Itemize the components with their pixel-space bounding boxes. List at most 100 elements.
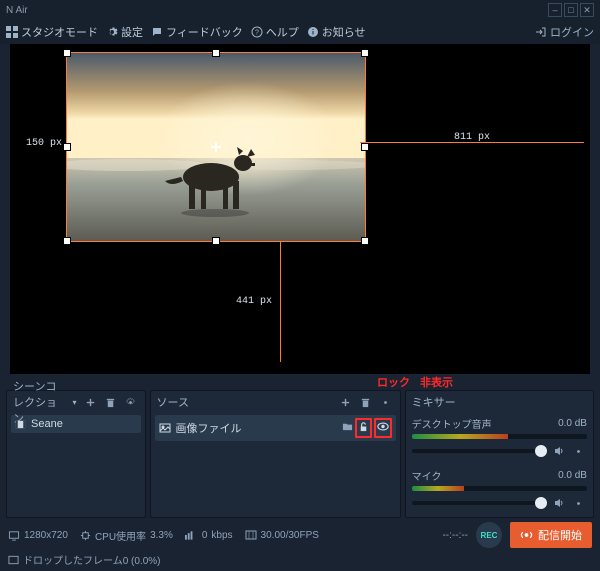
menu-notice-label: お知らせ	[322, 24, 366, 40]
menu-help[interactable]: ? ヘルプ	[251, 24, 299, 40]
speaker-icon	[553, 445, 565, 457]
help-icon: ?	[251, 26, 263, 38]
lock-open-icon	[358, 421, 369, 432]
annotation-hide: 非表示	[420, 374, 453, 390]
volume-slider[interactable]	[412, 501, 547, 505]
mixer-channel-name: マイク	[412, 468, 442, 483]
chevron-down-icon[interactable]: ▾	[73, 398, 77, 407]
status-resolution-value: 1280x720	[24, 530, 68, 541]
status-fps: 30.00/30FPS	[245, 530, 319, 541]
resize-handle-bm[interactable]	[212, 237, 220, 245]
scene-add-button[interactable]	[83, 394, 99, 410]
volume-slider[interactable]	[412, 449, 547, 453]
resize-handle-mr[interactable]	[361, 143, 369, 151]
sources-panel: ソース 画像ファイル	[150, 390, 401, 518]
dimension-bottom: 441 px	[236, 296, 272, 307]
status-fps-value: 30.00/30FPS	[261, 530, 319, 541]
resize-handle-tm[interactable]	[212, 49, 220, 57]
lock-highlight	[355, 418, 372, 438]
preview-area[interactable]: 150 px 811 px 441 px	[10, 44, 590, 374]
resize-handle-ml[interactable]	[63, 143, 71, 151]
status-bitrate-value: 0	[202, 530, 208, 541]
menu-notice[interactable]: お知らせ	[307, 24, 366, 40]
bitrate-icon	[185, 530, 198, 540]
mixer-channel-db: 0.0 dB	[558, 418, 587, 429]
gear-icon	[106, 26, 118, 38]
source-add-button[interactable]	[338, 394, 354, 410]
source-folder-button[interactable]	[342, 421, 353, 435]
resize-handle-tr[interactable]	[361, 49, 369, 57]
sources-panel-title: ソース	[157, 394, 189, 410]
app-title: N Air	[6, 5, 28, 16]
channel-settings-button[interactable]	[571, 495, 587, 511]
scene-settings-button[interactable]	[123, 394, 139, 410]
mute-button[interactable]	[551, 495, 567, 511]
source-delete-button[interactable]	[358, 394, 374, 410]
source-settings-button[interactable]	[378, 394, 394, 410]
source-selection[interactable]	[66, 52, 366, 242]
menu-feedback-label: フィードバック	[166, 24, 243, 40]
center-crosshair-icon	[211, 142, 221, 152]
svg-text:?: ?	[255, 30, 259, 37]
menu-settings-label: 設定	[121, 24, 143, 40]
gear-icon	[573, 498, 584, 509]
close-button[interactable]: ✕	[580, 3, 594, 17]
start-stream-button[interactable]: 配信開始	[510, 522, 592, 548]
resize-handle-br[interactable]	[361, 237, 369, 245]
resize-handle-tl[interactable]	[63, 49, 71, 57]
annotation-lock: ロック	[377, 374, 410, 390]
menu-settings[interactable]: 設定	[106, 24, 143, 40]
image-icon	[159, 422, 171, 434]
status-cpu-label: CPU使用率	[95, 528, 146, 543]
menu-studio-mode[interactable]: スタジオモード	[6, 24, 98, 40]
scene-item[interactable]: Seane	[11, 415, 141, 433]
visibility-highlight	[374, 418, 392, 438]
source-visibility-button[interactable]	[377, 423, 389, 435]
broadcast-icon	[520, 529, 533, 541]
window-controls: – □ ✕	[548, 3, 594, 17]
status-bar: 1280x720 CPU使用率 3.3% 0 kbps 30.00/30FPS -…	[0, 518, 600, 552]
channel-settings-button[interactable]	[571, 443, 587, 459]
menubar: スタジオモード 設定 フィードバック ? ヘルプ お知らせ ログイン	[0, 20, 600, 44]
status-time: --:--:--	[442, 530, 468, 541]
mixer-channel-desktop: デスクトップ音声 0.0 dB	[406, 413, 593, 465]
login-icon	[535, 26, 547, 38]
scene-collection-panel: シーンコレクション ▾ Seane	[6, 390, 146, 518]
source-item[interactable]: 画像ファイル	[155, 415, 396, 441]
menu-login[interactable]: ログイン	[535, 24, 594, 40]
status-cpu: CPU使用率 3.3%	[80, 528, 173, 543]
menu-help-label: ヘルプ	[266, 24, 299, 40]
maximize-button[interactable]: □	[564, 3, 578, 17]
status-resolution: 1280x720	[8, 530, 68, 541]
menu-studio-mode-label: スタジオモード	[21, 24, 98, 40]
source-lock-button[interactable]	[358, 423, 369, 435]
menu-feedback[interactable]: フィードバック	[151, 24, 243, 40]
status-cpu-value: 3.3%	[150, 530, 173, 541]
minimize-button[interactable]: –	[548, 3, 562, 17]
guide-vertical	[280, 242, 281, 362]
monitor-icon	[8, 530, 20, 541]
speaker-icon	[553, 497, 565, 509]
dimension-left: 150 px	[26, 138, 62, 149]
audio-meter	[412, 434, 587, 439]
grid-icon	[6, 26, 18, 38]
mixer-channel-name: デスクトップ音声	[412, 416, 492, 431]
mute-button[interactable]	[551, 443, 567, 459]
cpu-icon	[80, 530, 91, 541]
status-bitrate: 0 kbps	[185, 530, 233, 541]
chat-icon	[151, 26, 163, 38]
gear-icon	[573, 446, 584, 457]
mixer-panel: ミキサー デスクトップ音声 0.0 dB マイク 0.0 dB	[405, 390, 594, 518]
menu-login-label: ログイン	[550, 24, 594, 40]
eye-icon	[377, 421, 389, 432]
slider-thumb[interactable]	[535, 445, 547, 457]
source-item-label: 画像ファイル	[176, 420, 337, 436]
status-dropped-frames: ドロップしたフレーム0 (0.0%)	[23, 552, 161, 567]
record-button[interactable]: REC	[476, 522, 502, 548]
dimension-right: 811 px	[454, 132, 490, 143]
status-bitrate-unit: kbps	[211, 530, 232, 541]
fps-icon	[245, 530, 257, 540]
slider-thumb[interactable]	[535, 497, 547, 509]
resize-handle-bl[interactable]	[63, 237, 71, 245]
scene-delete-button[interactable]	[103, 394, 119, 410]
